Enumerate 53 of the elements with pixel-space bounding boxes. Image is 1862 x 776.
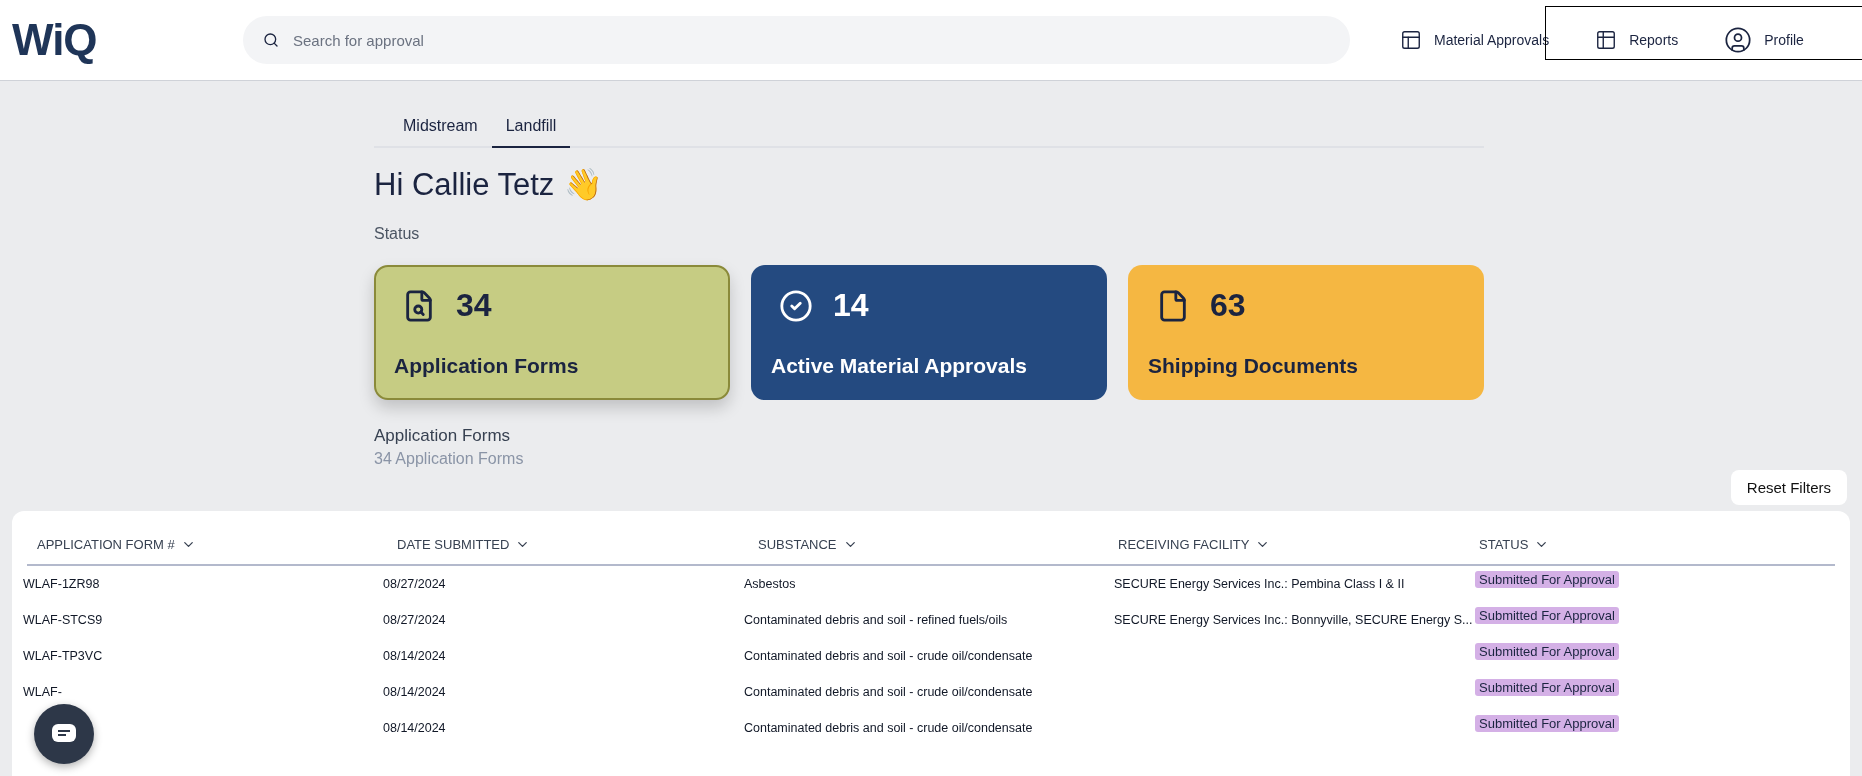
check-circle-icon (779, 288, 813, 323)
table-cell-text: 08/27/2024 (383, 577, 447, 591)
user-icon (1724, 26, 1753, 54)
column-header[interactable]: APPLICATION FORM # (27, 525, 387, 564)
table-cell-text: WLAF-STCS9 (23, 613, 104, 627)
column-header[interactable]: DATE SUBMITTED (387, 525, 748, 564)
table-cell-text: WLAF-1ZR98 (23, 577, 101, 591)
column-header[interactable]: STATUS (1469, 525, 1835, 564)
table-cell-text: 08/14/2024 (383, 721, 447, 735)
status-card[interactable]: 34 Application Forms (374, 265, 730, 400)
column-header[interactable]: RECEIVING FACILITY (1108, 525, 1469, 564)
card-label: Active Material Approvals (771, 354, 1028, 378)
table-cell-text: 08/14/2024 (383, 685, 447, 699)
section-subtitle: 34 Application Forms (374, 450, 525, 468)
table-cell-text: Contaminated debris and soil - refined fuels/oils (744, 613, 1009, 627)
table-cell-text: Contaminated debris and soil - crude oil/condensate (744, 649, 1034, 663)
table-cell-text: Asbestos (744, 577, 797, 591)
table-cell-text: Contaminated debris and soil - crude oil/condensate (744, 721, 1034, 735)
table-cell-text: 08/14/2024 (383, 649, 447, 663)
table-cell-text: 08/27/2024 (383, 613, 447, 627)
status-card[interactable]: 14 Active Material Approvals (751, 265, 1107, 400)
card-count: 14 (833, 287, 869, 324)
chat-icon (51, 723, 77, 745)
card-count: 34 (456, 287, 492, 324)
layout-icon (1400, 29, 1422, 51)
status-badge: Submitted For Approval (1475, 606, 1619, 624)
waving-hand-icon: 👋 (564, 166, 604, 203)
search-field[interactable]: Search for approval (243, 16, 1350, 64)
card-count: 63 (1210, 287, 1246, 324)
status-badge: Submitted For Approval (1475, 642, 1619, 660)
status-card[interactable]: 63 Shipping Documents (1128, 265, 1484, 400)
greeting: Hi Callie Tetz (374, 166, 555, 203)
nav-link[interactable]: Reports (1595, 29, 1679, 51)
tab[interactable]: Midstream (389, 107, 492, 148)
card-label: Shipping Documents (1148, 354, 1359, 378)
status-badge: Submitted For Approval (1475, 570, 1619, 588)
section-title: Application Forms (374, 426, 512, 446)
card-label: Application Forms (394, 354, 580, 378)
tab[interactable]: Landfill (491, 107, 571, 148)
logo: WiQ (12, 15, 98, 65)
table-cell-text: SECURE Energy Services Inc.: Bonnyville, SECURE Energy S... (1114, 613, 1474, 627)
table-cell-text: WLAF- (23, 685, 63, 699)
table-cell-text: WLAF-TP3VC (23, 649, 104, 663)
table-cell-text: Contaminated debris and soil - crude oil/condensate (744, 685, 1034, 699)
reset-filters-button[interactable]: Reset Filters (1730, 470, 1847, 505)
column-header[interactable]: SUBSTANCE (748, 525, 1108, 564)
nav-link[interactable]: Profile (1724, 26, 1804, 54)
search-icon (263, 32, 279, 48)
table-icon (1595, 29, 1618, 51)
status-badge: Submitted For Approval (1475, 678, 1619, 696)
table-cell-text: SECURE Energy Services Inc.: Pembina Class I & II (1114, 577, 1406, 591)
status-badge: Submitted For Approval (1475, 714, 1619, 732)
status-label: Status (374, 225, 421, 243)
